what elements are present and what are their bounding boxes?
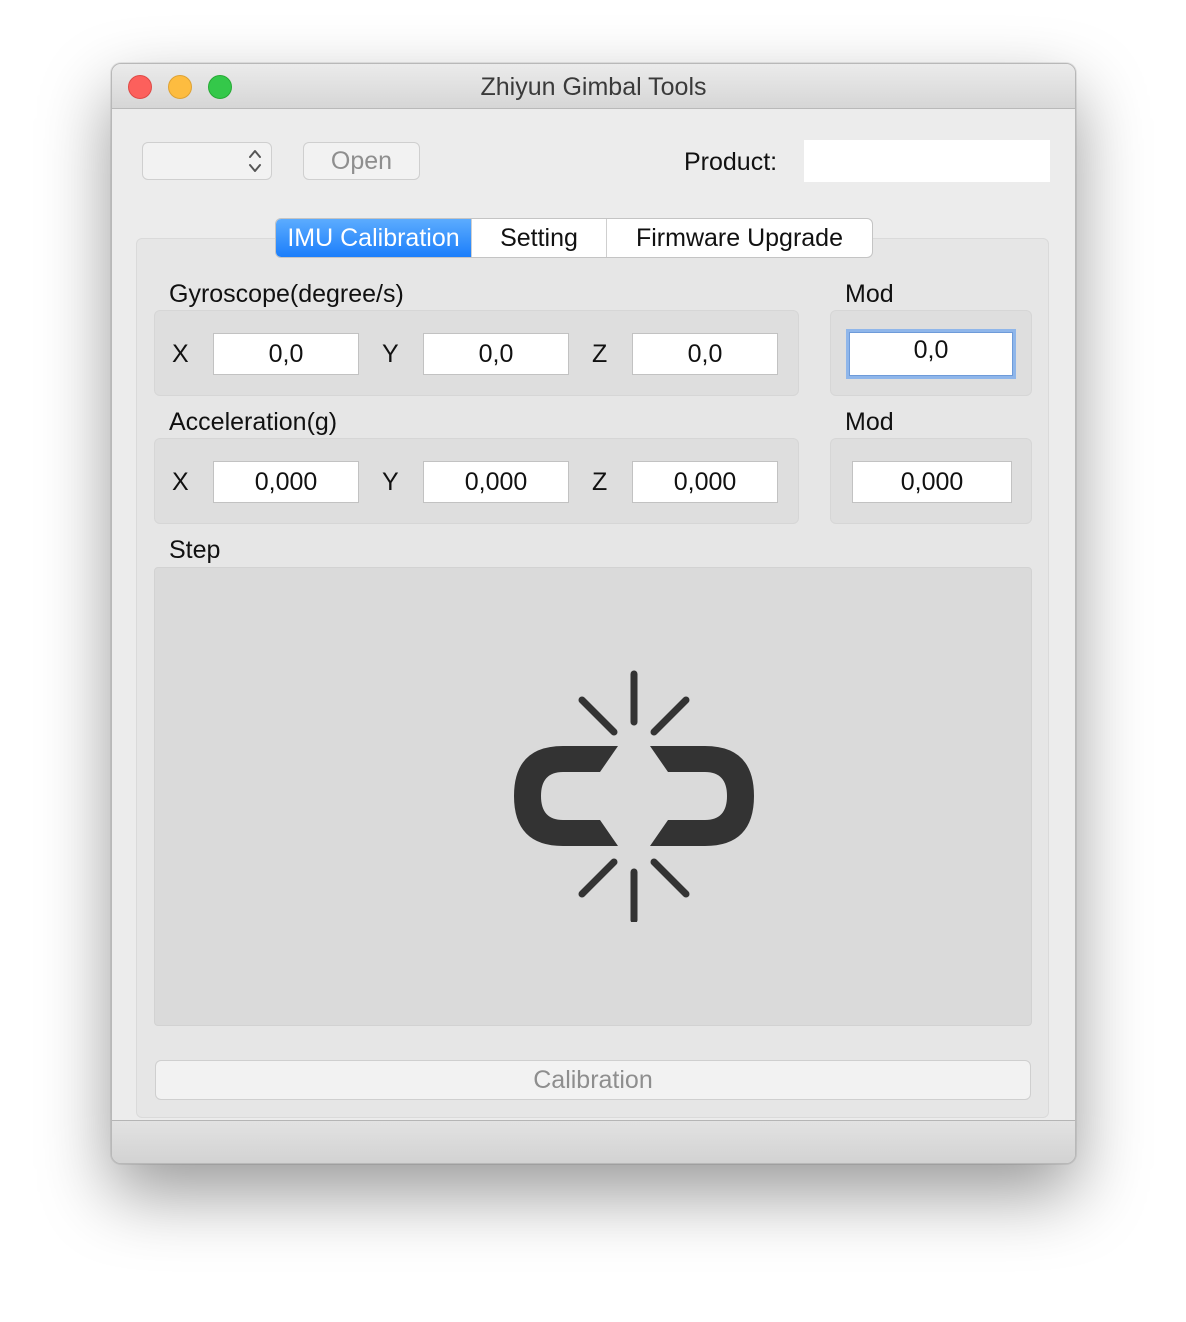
gyroscope-mod-group: 0,0 — [830, 310, 1032, 396]
gyroscope-group: X 0,0 Y 0,0 Z 0,0 — [154, 310, 799, 396]
gyroscope-label: Gyroscope(degree/s) — [169, 280, 404, 308]
tab-imu-calibration[interactable]: IMU Calibration — [276, 219, 471, 257]
gyroscope-x-field[interactable]: 0,0 — [213, 333, 359, 375]
product-label: Product: — [684, 148, 778, 176]
tab-firmware-upgrade[interactable]: Firmware Upgrade — [606, 219, 872, 257]
gyroscope-y-label: Y — [382, 340, 399, 368]
broken-link-icon — [514, 670, 754, 922]
acceleration-group: X 0,000 Y 0,000 Z 0,000 — [154, 438, 799, 524]
open-button[interactable]: Open — [303, 142, 420, 180]
gyroscope-x-label: X — [172, 340, 189, 368]
acceleration-mod-group: 0,000 — [830, 438, 1032, 524]
status-bar — [112, 1120, 1075, 1163]
step-label: Step — [169, 536, 221, 564]
acceleration-y-label: Y — [382, 468, 399, 496]
acceleration-y-field[interactable]: 0,000 — [423, 461, 569, 503]
acceleration-z-field[interactable]: 0,000 — [632, 461, 778, 503]
gyroscope-z-field[interactable]: 0,0 — [632, 333, 778, 375]
acceleration-z-label: Z — [592, 468, 608, 496]
tab-setting[interactable]: Setting — [471, 219, 606, 257]
acceleration-x-field[interactable]: 0,000 — [213, 461, 359, 503]
window-title: Zhiyun Gimbal Tools — [480, 73, 707, 101]
acceleration-mod-field[interactable]: 0,000 — [852, 461, 1012, 503]
step-area — [154, 567, 1032, 1026]
app-window: Zhiyun Gimbal Tools Open Product: IMU Ca… — [111, 63, 1076, 1164]
acceleration-label: Acceleration(g) — [169, 408, 338, 436]
updown-arrows-icon — [249, 150, 261, 172]
gyroscope-mod-field[interactable]: 0,0 — [846, 329, 1016, 379]
tab-bar: IMU Calibration Setting Firmware Upgrade — [275, 218, 873, 258]
port-select[interactable] — [142, 142, 272, 180]
gyroscope-y-field[interactable]: 0,0 — [423, 333, 569, 375]
acceleration-mod-label: Mod — [845, 408, 894, 436]
title-bar[interactable]: Zhiyun Gimbal Tools — [112, 64, 1075, 109]
gyroscope-mod-label: Mod — [845, 280, 894, 308]
calibration-button[interactable]: Calibration — [155, 1060, 1031, 1100]
acceleration-x-label: X — [172, 468, 189, 496]
gyroscope-z-label: Z — [592, 340, 608, 368]
product-field[interactable] — [804, 140, 1050, 182]
